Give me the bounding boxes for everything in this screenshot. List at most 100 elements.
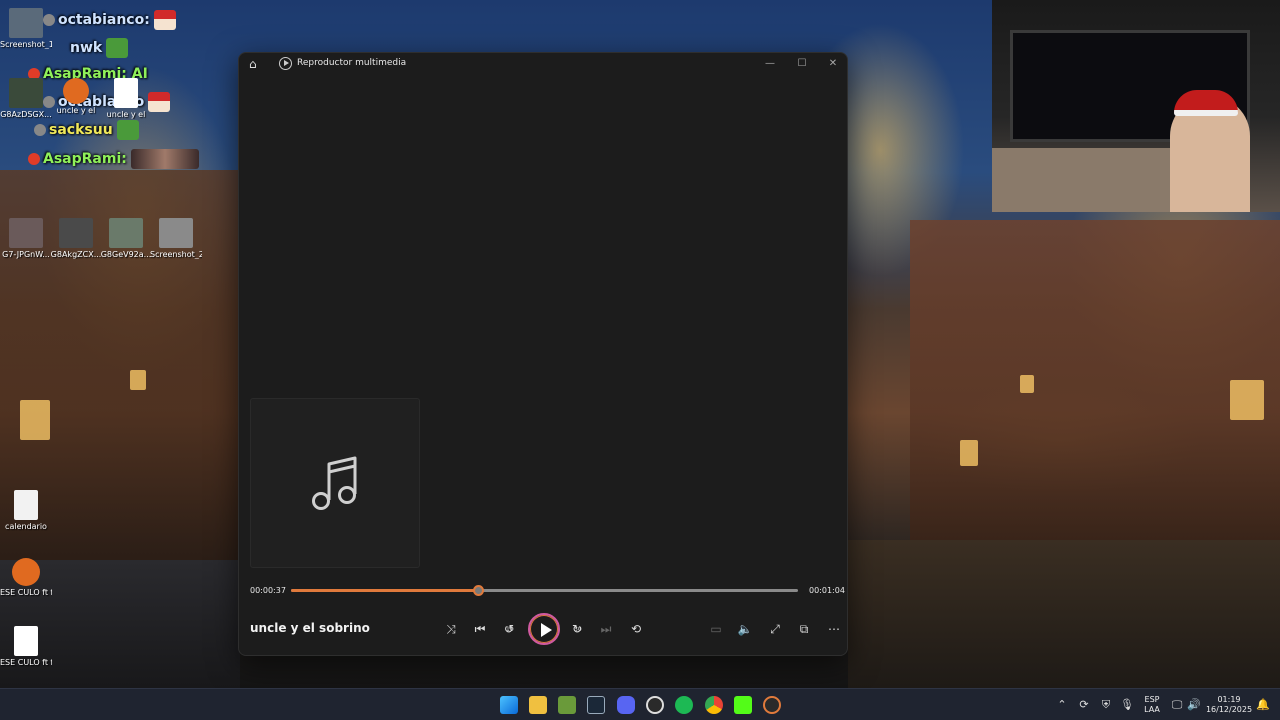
kick-icon[interactable] <box>734 696 752 714</box>
image-thumbnail-icon <box>9 218 43 248</box>
close-button[interactable]: ✕ <box>820 55 846 73</box>
desktop-icon-media[interactable]: uncle y el <box>100 78 152 119</box>
repeat-off-icon[interactable]: ⟲ <box>626 619 646 639</box>
chat-username: AsapRami: <box>43 151 127 167</box>
desktop-icon-image[interactable]: G8AzDSGX... <box>0 78 52 119</box>
home-icon[interactable]: ⌂ <box>249 57 263 71</box>
music-note-icon <box>312 456 357 510</box>
chat-line: AsapRami: <box>28 149 199 169</box>
clock[interactable]: 01:19 16/12/2025 <box>1204 695 1254 715</box>
network-icon[interactable]: 🖵 <box>1170 698 1184 712</box>
desktop-icon-label: uncle y el <box>56 106 96 115</box>
miniplayer-icon[interactable]: ▭ <box>706 619 726 639</box>
chevron-up-icon[interactable]: ⌃ <box>1055 698 1069 712</box>
keyboard-layout: LAA <box>1144 705 1160 714</box>
media-file-icon <box>14 626 38 656</box>
discord-icon[interactable] <box>617 696 635 714</box>
webcam-overlay <box>992 0 1280 212</box>
skip-forward-label: 30 <box>574 626 582 633</box>
maximize-button[interactable]: ☐ <box>789 55 815 73</box>
desktop-icon-label: G8GeV92a... <box>100 250 152 259</box>
previous-icon[interactable]: ⏮ <box>470 619 490 639</box>
file-explorer-icon[interactable] <box>529 696 547 714</box>
desktop-icon-image[interactable]: G8GeV92a... <box>100 218 152 259</box>
frog-emote-icon <box>106 38 129 58</box>
wallpaper-building-right <box>910 220 1280 540</box>
desktop-icon-label: G7-JPGnW... <box>2 250 50 259</box>
desktop-icon-label: uncle y el <box>106 110 146 119</box>
play-button[interactable] <box>528 613 560 645</box>
desktop-icon-audio[interactable]: ESE CULO ft fj <box>0 558 52 597</box>
album-art <box>250 398 420 568</box>
chat-username: octabianco: <box>58 12 150 28</box>
shuffle-icon[interactable]: ⤨ <box>441 619 461 639</box>
skip-back-10-icon[interactable]: ↺ 10 <box>499 619 519 639</box>
badge-icon <box>34 124 46 136</box>
image-thumbnail-icon <box>159 218 193 248</box>
language-indicator[interactable]: ESP LAA <box>1140 695 1164 715</box>
desktop-icon-screenshot[interactable]: Screenshot_2 <box>150 218 202 259</box>
speaker-icon[interactable]: 🔊 <box>1187 698 1201 712</box>
wallpaper-street-lamp <box>130 370 146 390</box>
skip-forward-30-icon[interactable]: ↻ 30 <box>567 619 587 639</box>
wallpaper-canal-right <box>848 540 1280 688</box>
image-thumbnail-icon <box>109 218 143 248</box>
desktop-icon-label: calendario <box>5 522 47 531</box>
desktop-icon-label: G8AkgZCX... <box>50 250 102 259</box>
steam-icon[interactable] <box>587 696 605 714</box>
desktop-icon-label: Screenshot_2 <box>150 250 202 259</box>
media-file-icon <box>114 78 138 108</box>
face-emote-icon <box>130 149 199 169</box>
webcam-couch <box>992 148 1172 212</box>
title-bar[interactable]: ⌂ Reproductor multimedia — ☐ ✕ <box>239 53 847 75</box>
chat-line: sacksuu <box>34 120 139 140</box>
text-file-icon <box>14 490 38 520</box>
microphone-icon[interactable]: 🎙 <box>1120 698 1134 712</box>
seek-bar-thumb[interactable] <box>472 585 484 596</box>
media-player-icon[interactable] <box>763 696 781 714</box>
chat-line: nwk <box>70 38 129 58</box>
taskbar: ⌃ ⟳ ⛨ 🎙 ESP LAA 🖵 🔊 01:19 16/12/2025 🔔 <box>0 688 1280 720</box>
chrome-icon[interactable] <box>705 696 723 714</box>
desktop-icon-label: Screenshot_1 <box>0 40 52 49</box>
desktop-icon-label: ESE CULO ft fj <box>0 658 52 667</box>
minecraft-icon[interactable] <box>558 696 576 714</box>
desktop-icon-image[interactable]: G8AkgZCX... <box>50 218 102 259</box>
fl-studio-file-icon <box>63 78 89 104</box>
windows-start-icon[interactable] <box>500 696 518 714</box>
santa-emote-icon <box>153 10 176 30</box>
desktop-icon-audio[interactable]: uncle y el <box>50 78 102 115</box>
notification-bell-icon[interactable]: 🔔 <box>1256 698 1270 712</box>
total-time: 00:01:04 <box>809 586 845 595</box>
song-title: uncle y el sobrino <box>250 621 370 635</box>
cast-icon[interactable]: ⧉ <box>794 619 814 639</box>
webcam-santa-hat <box>1174 90 1238 116</box>
security-shield-icon[interactable]: ⛨ <box>1099 698 1113 712</box>
wallpaper-window-light <box>20 400 50 440</box>
clock-date: 16/12/2025 <box>1205 705 1253 714</box>
language-code: ESP <box>1144 695 1160 704</box>
obs-icon[interactable] <box>646 696 664 714</box>
next-icon[interactable]: ⏭ <box>596 619 616 639</box>
image-thumbnail-icon <box>59 218 93 248</box>
desktop-icon-screenshot[interactable]: Screenshot_1 <box>0 8 52 49</box>
current-time: 00:00:37 <box>250 586 286 595</box>
wallpaper-window-light <box>1230 380 1264 420</box>
wallpaper-street-lamp <box>1020 375 1034 393</box>
more-icon[interactable]: ⋯ <box>824 619 844 639</box>
desktop-icon-image[interactable]: G7-JPGnW... <box>0 218 52 259</box>
fullscreen-icon[interactable]: ⤢ <box>765 619 785 639</box>
wallpaper-window-light <box>960 440 978 466</box>
desktop-icon-calendario[interactable]: calendario <box>0 490 52 531</box>
desktop-icon-media[interactable]: ESE CULO ft fj <box>0 626 52 667</box>
volume-icon[interactable]: 🔈 <box>735 619 755 639</box>
sync-icon[interactable]: ⟳ <box>1077 698 1091 712</box>
seek-bar-progress <box>291 589 478 592</box>
frog-emote-icon <box>116 120 139 140</box>
desktop-icon-label: G8AzDSGX... <box>0 110 52 119</box>
minimize-button[interactable]: — <box>757 55 783 73</box>
media-player-window: ⌂ Reproductor multimedia — ☐ ✕ 00:00:37 … <box>238 52 848 656</box>
spotify-icon[interactable] <box>675 696 693 714</box>
seek-bar[interactable] <box>291 585 798 596</box>
desktop-icon-label: ESE CULO ft fj <box>0 588 52 597</box>
